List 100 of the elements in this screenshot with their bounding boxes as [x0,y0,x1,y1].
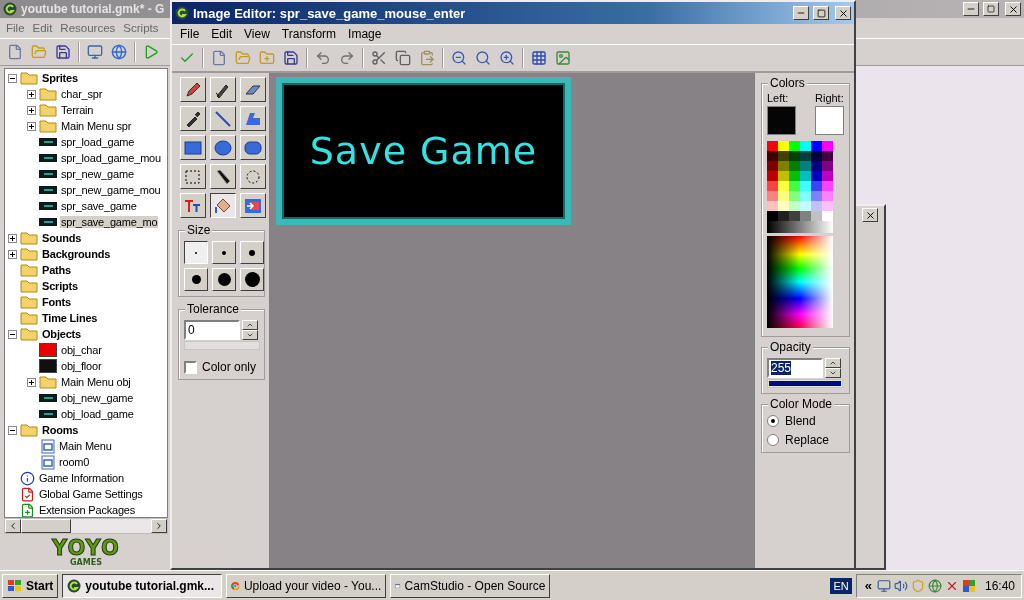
brush-size-button[interactable] [184,241,208,264]
ellipse-icon [214,138,232,157]
scroll-left-button[interactable] [5,519,21,533]
tree-item[interactable]: spr_new_game [60,168,135,180]
tree-item[interactable]: Game Information [38,472,125,484]
display-icon[interactable] [876,578,891,593]
tree-item[interactable]: obj_char [60,344,103,356]
scroll-right-button[interactable] [151,519,167,533]
info-icon [20,470,35,486]
group-label: Colors [768,76,807,90]
tree-item[interactable]: spr_load_game [60,136,136,148]
tree-item[interactable]: Objects [41,328,82,340]
logo-wordmark: YOYO [52,537,120,558]
menu-item[interactable]: Transform [275,27,343,41]
close-button[interactable] [862,208,878,222]
tree-item[interactable]: obj_floor [60,360,103,372]
group-label: Size [185,223,213,237]
logo-subtitle: GAMES [70,557,102,567]
menu-item[interactable]: File [174,27,206,41]
left-color-swatch[interactable] [767,106,796,135]
expand-toggle[interactable] [27,121,36,131]
minimize-button[interactable] [793,6,809,20]
tree-item[interactable]: spr_new_game_mou [60,184,162,196]
color-palette[interactable] [767,141,833,233]
tree-item[interactable]: Extension Packages [38,504,137,516]
expand-toggle[interactable] [8,425,17,435]
tolerance-field[interactable]: 0 [184,320,240,340]
volume-icon[interactable] [893,578,908,593]
colored-squares-icon[interactable] [961,578,976,593]
sprite-thumbnail-icon [39,138,57,146]
tree-item[interactable]: Scripts [41,280,79,292]
tree-item[interactable]: char_spr [60,88,104,100]
close-button[interactable] [835,6,851,20]
open-folder-icon [31,44,47,60]
restore-button[interactable] [983,2,999,16]
expand-toggle[interactable] [8,73,17,83]
spin-up-button[interactable] [825,358,841,368]
menu-item[interactable]: Image [342,27,388,41]
tree-item[interactable]: obj_load_game [60,408,135,420]
network-icon[interactable] [927,578,942,593]
tree-item[interactable]: Time Lines [41,312,99,324]
expand-toggle[interactable] [27,377,36,387]
settings-check-icon [20,486,35,502]
spin-down-button[interactable] [825,368,841,378]
tree-item[interactable]: Main Menu spr [60,120,133,132]
plus-icon [9,234,16,242]
marker-icon [214,167,232,186]
menu-item[interactable]: View [238,27,276,41]
expand-toggle[interactable] [8,233,17,243]
tree-item[interactable]: Terrain [60,104,95,116]
close-button[interactable] [1005,2,1021,16]
scroll-thumb[interactable] [21,519,71,533]
start-button[interactable]: Start [2,573,59,598]
minimize-button[interactable] [963,2,979,16]
checkbox-label: Color only [202,360,257,374]
language-indicator[interactable]: EN [830,577,852,594]
color-spectrum[interactable] [767,236,833,328]
expand-toggle[interactable] [8,249,17,259]
radio-button[interactable] [767,434,779,446]
tree-item[interactable]: spr_save_game_mo [60,216,159,228]
tree-item[interactable]: spr_save_game [60,200,138,212]
menu-item[interactable]: Resources [56,22,120,34]
expand-toggle[interactable] [8,329,17,339]
horizontal-scrollbar[interactable] [4,518,168,534]
tool-button[interactable] [210,193,236,218]
menu-item[interactable]: Scripts [119,22,163,34]
tree-item[interactable]: spr_load_game_mou [60,152,162,164]
maximize-button[interactable] [813,6,829,20]
taskbar-button[interactable]: Upload your video - You... [226,573,387,598]
tree-item[interactable]: Rooms [41,424,80,436]
paint-bucket-icon [214,196,232,215]
spin-up-button[interactable] [242,320,258,330]
tray-expand-button[interactable]: « [862,578,874,593]
right-color-swatch[interactable] [815,106,844,135]
folder-icon [20,247,38,261]
image-icon [555,50,571,66]
taskbar-button[interactable]: CamStudio - Open Source [390,573,551,598]
tree-item[interactable]: Paths [41,264,72,276]
tree-item[interactable]: Sounds [41,232,83,244]
menu-item[interactable]: Edit [28,22,57,34]
spin-down-button[interactable] [242,330,258,340]
folder-icon [39,375,57,389]
menu-item[interactable]: Edit [205,27,239,41]
tree-item[interactable]: Backgrounds [41,248,112,260]
expand-toggle[interactable] [27,105,36,115]
tree-item[interactable]: Global Game Settings [38,488,144,500]
taskbar-button[interactable]: youtube tutorial.gmk... [62,573,223,598]
menu-item[interactable]: File [2,22,29,34]
expand-toggle[interactable] [27,89,36,99]
checkbox[interactable] [184,360,197,374]
tree-item[interactable]: room0 [58,456,91,468]
redo-icon [339,50,355,66]
folder-icon [20,327,38,341]
radio-button[interactable] [767,415,779,427]
tree-item[interactable]: Fonts [41,296,72,308]
tree-item[interactable]: Sprites [41,72,79,84]
tree-item[interactable]: obj_new_game [60,392,135,404]
opacity-field[interactable]: 255 [767,358,823,378]
tree-item[interactable]: Main Menu obj [60,376,132,388]
tree-item[interactable]: Main Menu [58,440,113,452]
